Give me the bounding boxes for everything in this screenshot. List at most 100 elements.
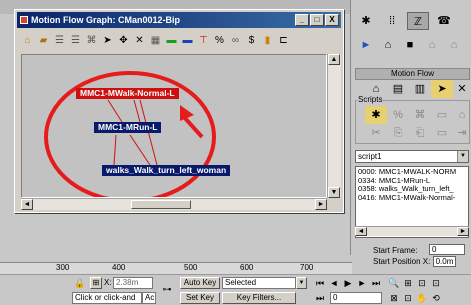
create-tab-icon[interactable]: ✱ — [355, 12, 377, 30]
script-tool-icon[interactable]: ⎗ — [409, 124, 431, 142]
chevron-down-icon[interactable]: ▼ — [457, 151, 468, 162]
dollar-icon[interactable]: $ — [245, 34, 258, 47]
selection-set-select[interactable]: Selected — [222, 277, 296, 289]
start-frame-spinner[interactable]: 0 — [429, 244, 465, 255]
x-coordinate-label: X: — [104, 278, 112, 287]
script-tool-icon[interactable]: % — [387, 106, 409, 124]
field-of-view-icon[interactable]: ⊠ — [388, 292, 400, 304]
script-tool-icon[interactable]: ⎘ — [387, 124, 409, 142]
zoom-extents-icon[interactable]: ⊡ — [416, 277, 428, 289]
timeline-tick: 400 — [112, 263, 126, 272]
list-item[interactable]: 0416: MMC1-MWalk-Normal- — [358, 193, 466, 203]
graph-node-run[interactable]: MMC1-MRun-L — [94, 122, 162, 133]
script-tool-icon[interactable]: ⇥ — [451, 124, 471, 142]
play-icon[interactable]: ▶ — [342, 277, 354, 289]
graph-svg — [44, 71, 216, 197]
graph-node-walk-normal[interactable]: MMC1-MWalk-Normal-L — [76, 88, 179, 99]
script-select[interactable]: script1 ▼ — [355, 150, 469, 163]
panel-tool-icon[interactable]: ⌂ — [421, 36, 443, 54]
timeline-ruler[interactable]: 300 400 500 600 700 — [0, 262, 352, 274]
x-coordinate-field[interactable]: 2.38m — [113, 277, 153, 289]
absolute-mode-icon[interactable]: ⊞ — [90, 277, 102, 289]
graph-vertical-scrollbar[interactable]: ▲ ▼ — [327, 54, 341, 198]
script-tool-icon[interactable]: ⌂ — [451, 106, 471, 124]
close-button[interactable]: X — [325, 14, 339, 26]
previous-frame-icon[interactable]: ◄ — [328, 277, 340, 289]
prompt-line: Click or click-and — [72, 292, 142, 304]
create-clip-icon[interactable]: ▥ — [409, 80, 431, 98]
panel-tool-icon[interactable]: ⌂ — [443, 36, 465, 54]
motion-tab-icon[interactable]: ☎ — [433, 12, 455, 30]
scroll-thumb[interactable] — [131, 200, 191, 209]
filter-icon[interactable]: ∞ — [229, 34, 242, 47]
panel-tool-icon[interactable]: ⌂ — [377, 36, 399, 54]
bar-icon[interactable]: ▮ — [261, 34, 274, 47]
script-tool-icon[interactable]: ⌘ — [409, 106, 431, 124]
hierarchy-tab-icon[interactable]: ℤ — [407, 12, 429, 30]
orbit-icon[interactable]: ⟲ — [430, 292, 442, 304]
move-icon[interactable]: ✥ — [117, 34, 130, 47]
scroll-up-icon[interactable]: ▲ — [328, 54, 340, 65]
select-icon[interactable]: ➤ — [101, 34, 114, 47]
script-tool-icon[interactable]: ▭ — [431, 106, 453, 124]
scroll-left-icon[interactable]: ◄ — [21, 199, 33, 210]
current-frame-field[interactable]: 0 — [330, 292, 382, 304]
graph-horizontal-scrollbar[interactable]: ◄ ► — [21, 198, 327, 210]
delete-icon[interactable]: ✕ — [133, 34, 146, 47]
scroll-left-icon[interactable]: ◄ — [355, 227, 367, 236]
key-icon[interactable]: ⊶ — [158, 283, 176, 295]
scroll-right-icon[interactable]: ► — [457, 227, 469, 236]
active-tool-icon[interactable]: ➤ — [431, 80, 453, 98]
list-horizontal-scrollbar[interactable]: ◄ ► — [355, 226, 469, 236]
define-script-icon[interactable]: ⌘ — [85, 34, 98, 47]
minimize-button[interactable]: _ — [295, 14, 309, 26]
script-tool-icon[interactable]: ✂ — [365, 124, 387, 142]
key-mode-icon[interactable]: ⏭ — [314, 292, 326, 304]
panel-tool-icon[interactable]: ► — [355, 36, 377, 54]
panel-tool-icon[interactable]: ■ — [399, 36, 421, 54]
shared-icon[interactable]: ▬ — [181, 34, 194, 47]
transition-icon[interactable]: ⊤ — [197, 34, 210, 47]
percent-icon[interactable]: % — [213, 34, 226, 47]
modify-tab-icon[interactable]: ⁞⁞ — [381, 12, 403, 30]
set-key-button[interactable]: Set Key — [180, 292, 220, 304]
zoom-icon[interactable]: 🔍 — [388, 277, 400, 289]
right-icon[interactable]: ⊏ — [277, 34, 290, 47]
motion-flow-rollout[interactable]: Motion Flow — [355, 68, 470, 80]
script-tool-icon[interactable]: ✱ — [365, 106, 387, 124]
chevron-down-icon[interactable]: ▼ — [296, 277, 307, 289]
zoom-extents-all-icon[interactable]: ⊡ — [430, 277, 442, 289]
next-frame-icon[interactable]: ► — [356, 277, 368, 289]
auto-key-button[interactable]: Auto Key — [180, 277, 220, 289]
script-2-icon[interactable]: ☰ — [69, 34, 82, 47]
scroll-right-icon[interactable]: ► — [315, 199, 327, 210]
graph-canvas[interactable]: MMC1-MWalk-Normal-L MMC1-MRun-L walks_Wa… — [21, 54, 327, 198]
start-position-value[interactable]: 0.0m — [432, 256, 457, 267]
script-icon[interactable]: ☰ — [53, 34, 66, 47]
show-graph-icon[interactable]: ▤ — [387, 80, 409, 98]
pan-icon[interactable]: ✋ — [416, 292, 428, 304]
go-to-end-icon[interactable]: ⏭ — [370, 277, 382, 289]
graph-node-walk-turn[interactable]: walks_Walk_turn_left_woman — [102, 165, 231, 176]
grid-icon[interactable]: ▦ — [149, 34, 162, 47]
scripts-group-label: Scripts — [357, 95, 384, 104]
go-to-start-icon[interactable]: ⏮ — [314, 277, 326, 289]
random-icon[interactable]: ▬ — [165, 34, 178, 47]
create-script-icon[interactable]: ⌂ — [21, 34, 34, 47]
timeline-tick: 300 — [56, 263, 70, 272]
delete-tool-icon[interactable]: ✕ — [451, 80, 471, 98]
timeline-tick: 700 — [300, 263, 314, 272]
lock-icon[interactable]: 🔒 — [74, 277, 86, 289]
command-panel: ✱ ⁞⁞ ℤ ☎ ► ⌂ ■ ⌂ ⌂ Motion Flow ⌂ ▤ ▥ ➤ ✕… — [350, 0, 471, 267]
key-filters-button[interactable]: Key Filters... — [222, 292, 296, 304]
region-zoom-icon[interactable]: ⊡ — [402, 292, 414, 304]
maximize-button[interactable]: □ — [310, 14, 324, 26]
open-file-icon[interactable]: ▰ — [37, 34, 50, 47]
app-icon — [20, 16, 28, 24]
window-title: Motion Flow Graph: CMan0012-Bip — [31, 15, 181, 25]
scroll-down-icon[interactable]: ▼ — [328, 187, 340, 198]
start-position-label: Start Position X: 0.0m — [373, 256, 457, 267]
script-tool-icon[interactable]: ▭ — [431, 124, 453, 142]
zoom-all-icon[interactable]: ⊞ — [402, 277, 414, 289]
prompt-line-2: Ac — [142, 292, 156, 304]
